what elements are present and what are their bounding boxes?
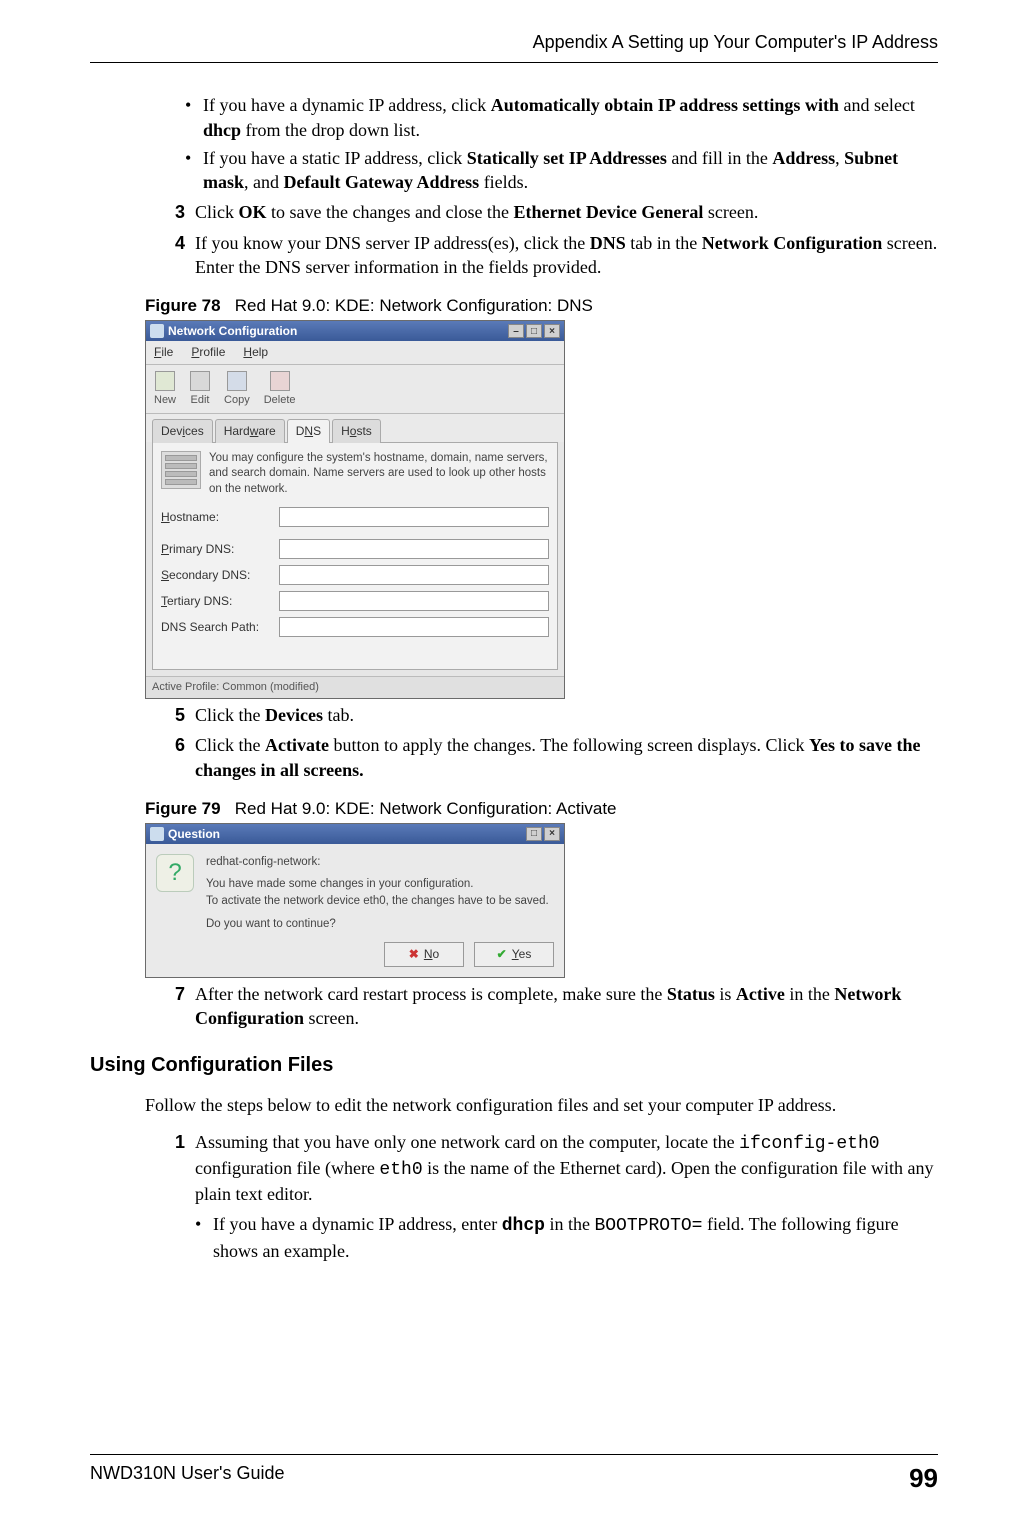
- maximize-button[interactable]: □: [526, 827, 542, 841]
- secondary-dns-label: Secondary DNS:: [161, 567, 271, 583]
- primary-dns-label: Primary DNS:: [161, 541, 271, 557]
- new-icon: [155, 371, 175, 391]
- page-footer: NWD310N User's Guide 99: [90, 1454, 938, 1496]
- app-icon: [150, 827, 164, 841]
- header-rule: [90, 62, 938, 63]
- bullet-marker: •: [195, 1212, 213, 1263]
- dns-search-path-label: DNS Search Path:: [161, 619, 271, 635]
- step-number: 5: [163, 703, 185, 727]
- step-number: 7: [163, 982, 185, 1031]
- maximize-button[interactable]: □: [526, 324, 542, 338]
- dns-pane: You may configure the system's hostname,…: [152, 442, 558, 671]
- question-icon: ?: [156, 854, 194, 892]
- edit-icon: [190, 371, 210, 391]
- step-6: 6 Click the Activate button to apply the…: [163, 733, 938, 782]
- dns-servers-icon: [161, 451, 201, 489]
- footer-guide-name: NWD310N User's Guide: [90, 1461, 285, 1496]
- step-number: 3: [163, 200, 185, 224]
- step-4: 4 If you know your DNS server IP address…: [163, 231, 938, 280]
- status-bar: Active Profile: Common (modified): [146, 676, 564, 698]
- network-configuration-window: Network Configuration – □ × File Profile…: [145, 320, 565, 699]
- config-bullet-dhcp: • If you have a dynamic IP address, ente…: [195, 1212, 938, 1263]
- tab-hosts[interactable]: Hosts: [332, 419, 381, 442]
- minimize-button[interactable]: –: [508, 324, 524, 338]
- step-3: 3 Click OK to save the changes and close…: [163, 200, 938, 224]
- bullet-marker: •: [185, 146, 203, 195]
- tab-row: Devices Hardware DNS Hosts: [146, 414, 564, 441]
- bullet-dynamic-ip: • If you have a dynamic IP address, clic…: [185, 93, 938, 142]
- hostname-input[interactable]: [279, 507, 549, 527]
- titlebar: Question □ ×: [146, 824, 564, 844]
- question-message: redhat-config-network: You have made som…: [206, 854, 549, 933]
- dns-info-text: You may configure the system's hostname,…: [209, 451, 549, 498]
- section-intro: Follow the steps below to edit the netwo…: [145, 1093, 938, 1117]
- question-dialog: Question □ × ? redhat-config-network: Yo…: [145, 823, 565, 978]
- dns-search-path-input[interactable]: [279, 617, 549, 637]
- tertiary-dns-label: Tertiary DNS:: [161, 593, 271, 609]
- footer-page-number: 99: [909, 1461, 938, 1496]
- secondary-dns-input[interactable]: [279, 565, 549, 585]
- menu-help[interactable]: Help: [243, 344, 268, 360]
- tab-devices[interactable]: Devices: [152, 419, 213, 442]
- app-icon: [150, 324, 164, 338]
- tertiary-dns-input[interactable]: [279, 591, 549, 611]
- section-heading: Using Configuration Files: [90, 1052, 938, 1079]
- tool-delete[interactable]: Delete: [264, 371, 296, 408]
- menu-file[interactable]: File: [154, 344, 173, 360]
- close-button[interactable]: ×: [544, 324, 560, 338]
- step-5: 5 Click the Devices tab.: [163, 703, 938, 727]
- delete-icon: [270, 371, 290, 391]
- primary-dns-input[interactable]: [279, 539, 549, 559]
- menubar: File Profile Help: [146, 341, 564, 364]
- close-button[interactable]: ×: [544, 827, 560, 841]
- step-7: 7 After the network card restart process…: [163, 982, 938, 1031]
- figure-78-caption: Figure 78 Red Hat 9.0: KDE: Network Conf…: [145, 295, 938, 318]
- step-number: 6: [163, 733, 185, 782]
- header-appendix-title: Appendix A Setting up Your Computer's IP…: [90, 30, 938, 54]
- check-icon: ✔: [497, 946, 507, 962]
- yes-button[interactable]: ✔Yes: [474, 942, 554, 966]
- tab-dns[interactable]: DNS: [287, 419, 330, 442]
- step-number: 1: [163, 1130, 185, 1269]
- no-button[interactable]: ✖No: [384, 942, 464, 966]
- window-title: Network Configuration: [168, 323, 297, 339]
- bullet-static-ip: • If you have a static IP address, click…: [185, 146, 938, 195]
- bullet-marker: •: [185, 93, 203, 142]
- toolbar: New Edit Copy Delete: [146, 365, 564, 415]
- cancel-icon: ✖: [409, 946, 419, 962]
- tab-hardware[interactable]: Hardware: [215, 419, 285, 442]
- titlebar: Network Configuration – □ ×: [146, 321, 564, 341]
- tool-copy[interactable]: Copy: [224, 371, 250, 408]
- figure-79-caption: Figure 79 Red Hat 9.0: KDE: Network Conf…: [145, 798, 938, 821]
- hostname-label: Hostname:: [161, 509, 271, 525]
- config-step-1: 1 Assuming that you have only one networ…: [163, 1130, 938, 1269]
- menu-profile[interactable]: Profile: [191, 344, 225, 360]
- copy-icon: [227, 371, 247, 391]
- step-number: 4: [163, 231, 185, 280]
- tool-edit[interactable]: Edit: [190, 371, 210, 408]
- window-title: Question: [168, 826, 220, 842]
- tool-new[interactable]: New: [154, 371, 176, 408]
